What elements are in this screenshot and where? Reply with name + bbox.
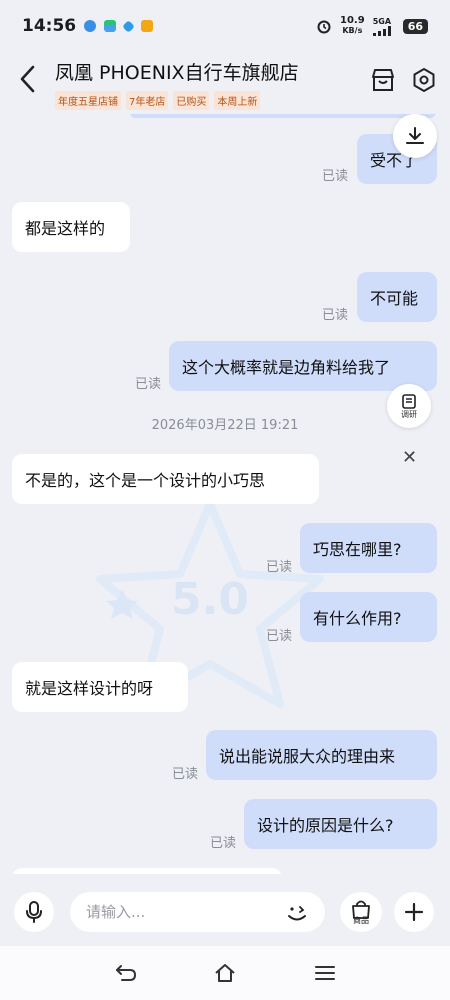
voice-button[interactable] xyxy=(14,892,54,932)
app-notification-icon xyxy=(104,20,117,32)
chat-timestamp: 2026年03月22日 19:21 xyxy=(151,418,299,433)
read-status: 已读 xyxy=(322,308,349,323)
emoji-icon[interactable] xyxy=(284,900,310,926)
read-status: 已读 xyxy=(210,836,237,851)
read-status: 已读 xyxy=(266,560,293,575)
plus-icon xyxy=(404,902,424,922)
message-bubble-outgoing[interactable]: 有什么作用? xyxy=(300,592,437,642)
notification-icon xyxy=(84,20,97,32)
message-bubble-outgoing[interactable]: 这个大概率就是边角料给我了 xyxy=(169,341,437,391)
net-speed: 10.9 KB/s xyxy=(340,15,365,36)
read-status: 已读 xyxy=(135,377,162,392)
message-bubble-incoming[interactable]: 都是这样的 xyxy=(12,202,130,252)
message-text: 说出能说服大众的理由来 xyxy=(219,747,396,766)
message-text: 不是的，这个是一个设计的小巧思 xyxy=(25,471,266,490)
status-time: 14:56 xyxy=(22,16,77,36)
download-icon xyxy=(406,127,424,144)
goods-button[interactable]: 商品 xyxy=(340,892,382,932)
message-app-icon xyxy=(122,19,135,33)
input-bar: 商品 xyxy=(0,880,450,946)
nav-back-icon[interactable] xyxy=(114,962,138,984)
read-status: 已读 xyxy=(322,169,349,184)
shop-tag: 本周上新 xyxy=(214,91,261,110)
message-text: 巧思在哪里? xyxy=(313,540,402,559)
microphone-icon xyxy=(26,901,42,923)
shop-tags: 年度五星店铺 7年老店 已购买 本周上新 xyxy=(55,91,299,110)
battery-indicator: 66 xyxy=(402,18,428,34)
settings-icon[interactable] xyxy=(410,66,438,94)
shop-tag: 年度五星店铺 xyxy=(55,91,121,110)
back-icon[interactable] xyxy=(16,64,40,94)
chat-area[interactable]: 5.0 已读 受不了 都是这样的 已读 不可能 已读 这个大概率就是边角料给我了… xyxy=(0,114,450,874)
wallet-app-icon xyxy=(141,20,154,32)
previous-bubble-edge xyxy=(130,114,436,118)
message-bubble-incoming[interactable]: 不是的，这个是一个设计的小巧思 xyxy=(12,454,319,504)
message-text: 就是这样设计的呀 xyxy=(25,679,154,698)
read-status: 已读 xyxy=(172,767,199,782)
chat-header: 凤凰 PHOENIX自行车旗舰店 年度五星店铺 7年老店 已购买 本周上新 xyxy=(0,52,450,114)
partial-message-bubble xyxy=(12,868,282,874)
read-status: 已读 xyxy=(266,629,293,644)
nav-menu-icon[interactable] xyxy=(313,962,337,984)
message-text: 不可能 xyxy=(370,289,419,308)
message-bubble-outgoing[interactable]: 不可能 xyxy=(357,272,437,322)
message-bubble-outgoing[interactable]: 巧思在哪里? xyxy=(300,523,437,573)
shop-tag: 7年老店 xyxy=(126,91,169,110)
system-nav-bar xyxy=(0,946,450,1000)
status-bar: 14:56 10.9 KB/s 5GA 66 xyxy=(0,0,450,52)
alarm-icon xyxy=(317,20,331,34)
store-icon[interactable] xyxy=(369,66,397,94)
download-button[interactable] xyxy=(393,114,437,158)
shop-name: 凤凰 PHOENIX自行车旗舰店 xyxy=(55,62,299,84)
more-button[interactable] xyxy=(394,892,434,932)
nav-home-icon[interactable] xyxy=(213,962,237,984)
message-text: 设计的原因是什么? xyxy=(257,816,394,835)
message-text: 有什么作用? xyxy=(313,609,402,628)
shop-title-block[interactable]: 凤凰 PHOENIX自行车旗舰店 年度五星店铺 7年老店 已购买 本周上新 xyxy=(55,58,299,110)
message-bubble-outgoing[interactable]: 设计的原因是什么? xyxy=(244,799,437,849)
shop-tag: 已购买 xyxy=(173,91,210,110)
signal-type: 5GA xyxy=(372,16,392,26)
goods-label: 商品 xyxy=(353,915,369,925)
message-bubble-incoming[interactable]: 就是这样设计的呀 xyxy=(12,662,188,712)
signal-icon xyxy=(372,25,391,36)
message-bubble-outgoing[interactable]: 说出能说服大众的理由来 xyxy=(206,730,437,780)
message-text: 这个大概率就是边角料给我了 xyxy=(182,358,391,377)
message-text: 都是这样的 xyxy=(25,219,106,238)
watermark-score: 5.0 xyxy=(171,574,249,625)
close-icon[interactable]: ✕ xyxy=(402,447,417,468)
